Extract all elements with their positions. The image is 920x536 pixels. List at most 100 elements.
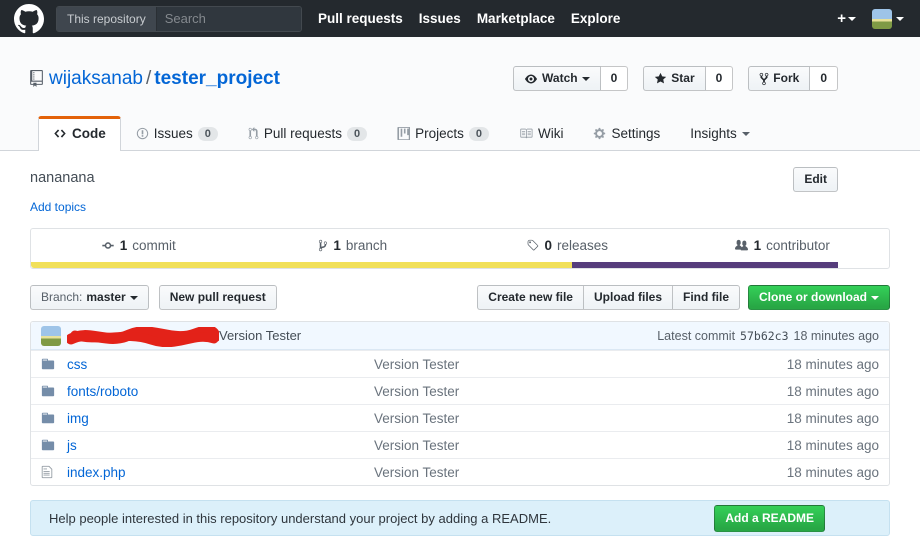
table-row: fonts/roboto Version Tester 18 minutes a… (31, 377, 889, 404)
upload-files-button[interactable]: Upload files (582, 285, 673, 311)
tab-settings[interactable]: Settings (578, 116, 675, 150)
file-link[interactable]: img (67, 411, 89, 426)
fork-button[interactable]: Fork (748, 66, 811, 92)
watch-button[interactable]: Watch (513, 66, 601, 92)
table-row: index.php Version Tester 18 minutes ago (31, 458, 889, 485)
repo-name-link[interactable]: tester_project (154, 68, 280, 89)
repo-tabs: Code Issues 0 Pull requests 0 Projects 0 Wi… (30, 116, 838, 152)
nav-explore[interactable]: Explore (571, 11, 621, 26)
chevron-down-icon (741, 131, 750, 136)
branches-stat[interactable]: 1 branch (246, 238, 461, 253)
folder-icon (41, 438, 67, 452)
repo-owner-link[interactable]: wijaksanab (49, 68, 143, 89)
search-scope-label: This repository (57, 6, 157, 31)
clone-or-download-button[interactable]: Clone or download (748, 285, 890, 311)
tab-issues[interactable]: Issues 0 (121, 116, 233, 150)
repo-stats: 1 commit 1 branch 0 releases 1 contributor (31, 229, 889, 262)
file-link[interactable]: index.php (67, 465, 126, 480)
fork-group: Fork 0 (748, 66, 838, 92)
chevron-down-icon (129, 295, 138, 300)
tab-code[interactable]: Code (38, 116, 121, 152)
language-segment (571, 262, 838, 269)
tab-insights[interactable]: Insights (675, 116, 765, 150)
table-row: js Version Tester 18 minutes ago (31, 431, 889, 458)
file-commit-message[interactable]: Version Tester (374, 465, 749, 480)
new-pull-request-button[interactable]: New pull request (158, 285, 277, 311)
file-link[interactable]: css (67, 357, 87, 372)
files-box: Version Tester Latest commit 57b62c3 18 … (30, 321, 890, 487)
commit-time: 18 minutes ago (793, 328, 879, 343)
language-bar[interactable] (31, 262, 889, 269)
readme-banner: Help people interested in this repositor… (30, 500, 890, 536)
book-icon (520, 129, 533, 139)
file-age: 18 minutes ago (786, 356, 879, 372)
nav-issues[interactable]: Issues (419, 11, 461, 26)
navbar-links: Pull requests Issues Marketplace Explore (318, 11, 620, 26)
file-age: 18 minutes ago (786, 464, 879, 480)
repo-content: nananana Edit Add topics 1 commit 1 branch… (30, 167, 890, 536)
add-topics-link[interactable]: Add topics (30, 200, 86, 214)
file-commit-message[interactable]: Version Tester (374, 384, 749, 399)
file-actions-row: Branch: master New pull request Create n… (30, 285, 890, 311)
star-group: Star 0 (643, 66, 734, 92)
tab-wiki[interactable]: Wiki (504, 116, 579, 150)
file-link[interactable]: js (67, 438, 77, 453)
fork-count[interactable]: 0 (810, 66, 838, 92)
add-readme-button[interactable]: Add a README (714, 504, 825, 532)
projects-counter: 0 (468, 126, 489, 141)
star-count[interactable]: 0 (705, 66, 734, 92)
nav-pull-requests[interactable]: Pull requests (318, 11, 403, 26)
folder-icon (41, 357, 67, 371)
file-commit-message[interactable]: Version Tester (374, 411, 749, 426)
file-commit-message[interactable]: Version Tester (374, 357, 749, 372)
file-icon (41, 465, 67, 479)
create-new-file-button[interactable]: Create new file (477, 285, 584, 311)
commits-stat[interactable]: 1 commit (31, 238, 246, 253)
table-row: css Version Tester 18 minutes ago (31, 350, 889, 377)
navbar-right: + (837, 8, 904, 29)
file-buttons-group: Create new file Upload files Find file (477, 285, 740, 311)
issue-opened-icon (136, 128, 148, 140)
gear-icon (594, 128, 606, 140)
readme-banner-text: Help people interested in this repositor… (49, 510, 552, 526)
commit-message-link[interactable]: Version Tester (219, 328, 301, 343)
tab-pull-requests[interactable]: Pull requests 0 (233, 116, 382, 150)
issues-counter: 0 (197, 126, 218, 141)
search-input[interactable] (156, 6, 301, 31)
commit-author: Version Tester (41, 325, 301, 347)
code-icon (54, 129, 66, 138)
repo-icon (30, 70, 43, 88)
star-icon (655, 73, 667, 84)
page-title: wijaksanab / tester_project (49, 68, 280, 90)
create-new-menu[interactable]: + (837, 10, 856, 27)
star-button[interactable]: Star (643, 66, 706, 92)
watch-count[interactable]: 0 (600, 66, 629, 92)
chevron-down-icon (896, 16, 904, 21)
releases-stat[interactable]: 0 releases (460, 238, 675, 253)
contributors-stat[interactable]: 1 contributor (675, 238, 890, 253)
repo-title-row: wijaksanab / tester_project Watch 0 Star 0 (30, 55, 838, 102)
table-row: img Version Tester 18 minutes ago (31, 404, 889, 431)
find-file-button[interactable]: Find file (672, 285, 740, 311)
file-commit-message[interactable]: Version Tester (374, 438, 749, 453)
git-pull-request-icon (248, 127, 259, 140)
nav-marketplace[interactable]: Marketplace (477, 11, 555, 26)
github-logo-icon[interactable] (14, 3, 44, 34)
folder-icon (41, 384, 67, 398)
repo-header: wijaksanab / tester_project Watch 0 Star 0 (0, 37, 920, 152)
user-menu[interactable] (872, 8, 904, 29)
file-age: 18 minutes ago (786, 410, 879, 426)
commit-author-avatar[interactable] (41, 325, 61, 346)
watch-group: Watch 0 (513, 66, 629, 92)
file-age: 18 minutes ago (786, 383, 879, 399)
file-age: 18 minutes ago (786, 437, 879, 453)
chevron-down-icon (871, 295, 879, 300)
tab-projects[interactable]: Projects 0 (382, 116, 504, 150)
repo-stats-box: 1 commit 1 branch 0 releases 1 contributor (30, 228, 890, 270)
latest-commit-info: Latest commit 57b62c3 18 minutes ago (657, 329, 879, 343)
file-link[interactable]: fonts/roboto (67, 384, 138, 399)
edit-description-button[interactable]: Edit (793, 167, 838, 193)
branch-select-button[interactable]: Branch: master (30, 285, 149, 311)
pull-requests-counter: 0 (346, 126, 368, 141)
commit-sha[interactable]: 57b62c3 (740, 329, 788, 343)
